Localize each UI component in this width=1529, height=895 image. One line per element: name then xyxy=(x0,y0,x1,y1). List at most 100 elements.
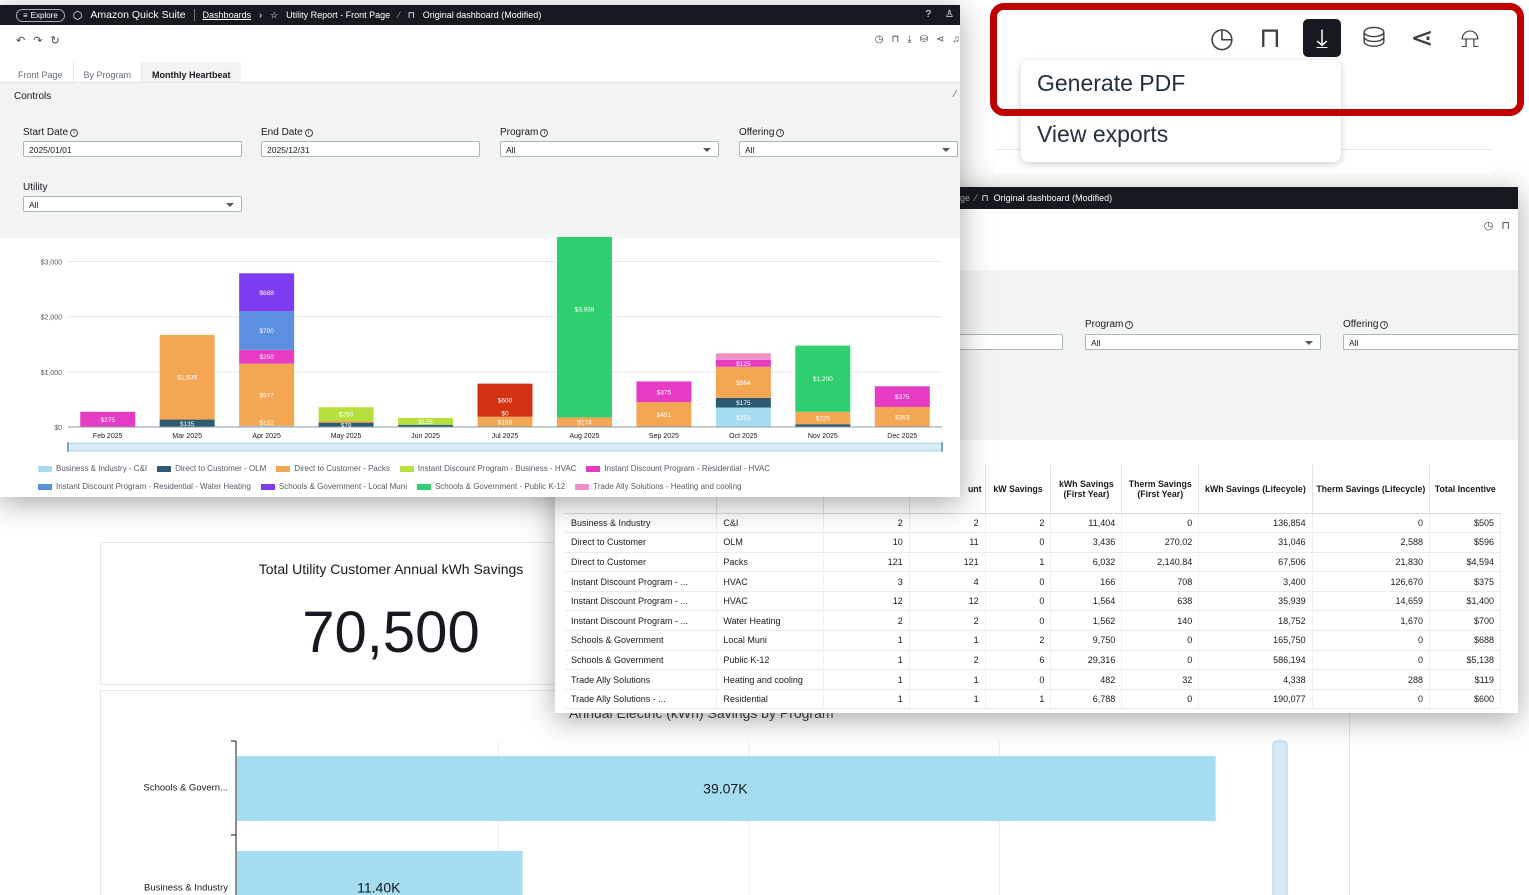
menu-view-exports[interactable]: View exports xyxy=(1021,121,1168,148)
col-therm-first-year[interactable]: Therm Savings (First Year) xyxy=(1121,465,1200,514)
table-row[interactable]: Instant Discount Program - ... Water Heat… xyxy=(565,610,1501,632)
table-cell: 0 xyxy=(985,571,1052,592)
table-cell: 1 xyxy=(909,689,986,710)
main-topbar: ≡ Explore ⬡ Amazon Quick Suite Dashboards… xyxy=(0,5,960,25)
table-row[interactable]: Business & Industry C&I 2 2 2 11,404 0 136,854 0… xyxy=(565,513,1501,534)
start-date-input[interactable]: 2025/01/01 xyxy=(23,141,242,157)
table-row[interactable]: Direct to Customer OLM 10 11 0 3,436 270.02 31,… xyxy=(565,532,1501,553)
legend-item[interactable]: Trade Ally Solutions - Heating and cooli… xyxy=(575,482,741,491)
table-cell: $5,138 xyxy=(1429,650,1501,671)
bookmark-icon[interactable]: ⊓ xyxy=(891,34,899,45)
legend-item[interactable]: Schools & Government - Local Muni xyxy=(260,482,407,491)
reset-icon[interactable]: ↻ xyxy=(50,34,59,47)
table-row[interactable]: Instant Discount Program - ... HVAC 12 12 0 1… xyxy=(565,591,1501,612)
col-total-incentive[interactable]: Total Incentive xyxy=(1429,465,1501,514)
user-icon[interactable]: ♙ xyxy=(945,9,954,20)
table-row[interactable]: Instant Discount Program - ... HVAC 3 4 0 166… xyxy=(565,571,1501,592)
x-tick-label: Dec 2025 xyxy=(887,433,917,440)
legend-item[interactable]: Direct to Customer - Packs xyxy=(276,464,390,473)
table-cell: $596 xyxy=(1429,532,1501,553)
legend-item[interactable]: Instant Discount Program - Business - HV… xyxy=(399,464,577,473)
breadcrumb-version[interactable]: Original dashboard (Modified) xyxy=(994,193,1113,203)
table-cell: 0 xyxy=(1121,689,1200,710)
table-window-toolbar: ◷ ⊓ xyxy=(1484,219,1510,232)
bell-icon[interactable]: ♫ xyxy=(953,34,961,45)
breadcrumb-report[interactable]: Utility Report - Front Page xyxy=(286,10,390,20)
col-kw-savings[interactable]: kW Savings xyxy=(985,465,1052,514)
chevron-right-icon: › xyxy=(259,10,263,20)
table-cell: 121 xyxy=(823,552,910,573)
table-cell: 2,140.84 xyxy=(1121,552,1200,573)
explore-button[interactable]: ≡ Explore xyxy=(16,8,65,22)
table-row[interactable]: Trade Ally Solutions Heating and cooling 1… xyxy=(565,669,1501,690)
table-cell: Instant Discount Program - ... xyxy=(565,610,718,632)
table-cell: Water Heating xyxy=(716,610,824,632)
table-cell: C&I xyxy=(716,513,824,534)
col-therm-lifecycle[interactable]: Therm Savings (Lifecycle) xyxy=(1312,465,1431,514)
history-icon[interactable]: ◷ xyxy=(875,34,884,45)
export-icon[interactable]: ⤓ xyxy=(907,34,911,45)
col-kwh-first-year[interactable]: kWh Savings (First Year) xyxy=(1050,465,1123,514)
legend-label: Instant Discount Program - Business - HV… xyxy=(417,464,577,473)
breadcrumb-version[interactable]: Original dashboard (Modified) xyxy=(423,10,542,20)
table-cell: 3,400 xyxy=(1198,571,1313,592)
legend-item[interactable]: Business & Industry - C&I xyxy=(38,464,147,473)
star-icon[interactable]: ☆ xyxy=(270,10,278,21)
table-cell: 0 xyxy=(1121,630,1200,651)
table-cell: 3 xyxy=(823,571,910,592)
legend-item[interactable]: Instant Discount Program - Residential -… xyxy=(586,464,770,473)
collapse-icon[interactable]: ⁄ xyxy=(954,89,956,100)
program-select[interactable]: All xyxy=(500,141,719,157)
utility-select[interactable]: All xyxy=(23,196,242,212)
table-row[interactable]: Direct to Customer Packs 121 121 1 6,032 2,140… xyxy=(565,552,1501,573)
legend-item[interactable]: Direct to Customer - OLM xyxy=(157,464,266,473)
redo-icon[interactable]: ↷ xyxy=(33,34,42,47)
controls-title[interactable]: Controls xyxy=(14,91,51,102)
col-kwh-lifecycle[interactable]: kWh Savings (Lifecycle) xyxy=(1198,465,1313,514)
legend-label: Schools & Government - Public K-12 xyxy=(434,482,566,491)
table-row[interactable]: Trade Ally Solutions - ... Residential 1 1 1… xyxy=(565,689,1501,710)
table-cell: 2 xyxy=(985,513,1052,534)
y-tick-label: $0 xyxy=(54,425,62,432)
data-label: $174 xyxy=(577,420,592,427)
legend-item[interactable]: Instant Discount Program - Residential -… xyxy=(38,482,251,491)
data-label: $375 xyxy=(657,389,672,396)
table-cell: 10 xyxy=(823,532,910,553)
data-label: $3,938 xyxy=(575,306,595,313)
offering-select[interactable]: All xyxy=(1343,334,1518,350)
data-label: $125 xyxy=(736,361,751,368)
table-cell: Schools & Government xyxy=(565,630,718,651)
history-icon[interactable]: ◷ xyxy=(1484,219,1494,232)
app-name[interactable]: Amazon Quick Suite xyxy=(90,9,185,21)
legend-item[interactable]: Schools & Government - Public K-12 xyxy=(416,482,566,491)
data-label: $688 xyxy=(259,290,274,297)
share-icon[interactable]: ⋖ xyxy=(936,34,944,45)
end-date-input[interactable]: 2025/12/31 xyxy=(261,141,480,157)
table-cell: 11 xyxy=(909,532,986,553)
undo-icon[interactable]: ↶ xyxy=(16,34,25,47)
legend-swatch xyxy=(276,465,291,472)
table-cell: 32 xyxy=(1121,669,1200,690)
table-row[interactable]: Schools & Government Public K-12 1 2 6 29,316… xyxy=(565,650,1501,671)
table-cell: 708 xyxy=(1121,571,1200,592)
offering-select[interactable]: All xyxy=(739,141,958,157)
table-cell: 2,588 xyxy=(1312,532,1431,553)
table-cell: 4,338 xyxy=(1198,669,1313,690)
bookmark-icon[interactable]: ⊓ xyxy=(1501,219,1510,232)
y-tick-label: $1,000 xyxy=(41,370,63,377)
table-cell: Local Muni xyxy=(716,630,824,651)
dataset-icon[interactable]: ⛁ xyxy=(920,34,928,45)
stacked-bar-chart: $0 $1,000 $2,000 $3,000 Feb 2025 Mar 2025 Apr … xyxy=(41,237,943,452)
bar-segment xyxy=(715,353,771,360)
table-row[interactable]: Schools & Government Local Muni 1 1 2 9,750 0 1… xyxy=(565,630,1501,651)
program-select[interactable]: All xyxy=(1085,334,1321,350)
table-cell: Instant Discount Program - ... xyxy=(565,591,718,612)
range-slider xyxy=(67,442,943,452)
scrollbar xyxy=(1272,740,1288,895)
table-cell: 2 xyxy=(909,650,986,671)
table-cell: 1 xyxy=(909,669,986,690)
table-cell: Trade Ally Solutions xyxy=(565,669,718,690)
breadcrumb-dashboards[interactable]: Dashboards xyxy=(203,10,252,20)
table-cell: HVAC xyxy=(716,571,824,592)
help-icon[interactable]: ? xyxy=(925,9,931,20)
